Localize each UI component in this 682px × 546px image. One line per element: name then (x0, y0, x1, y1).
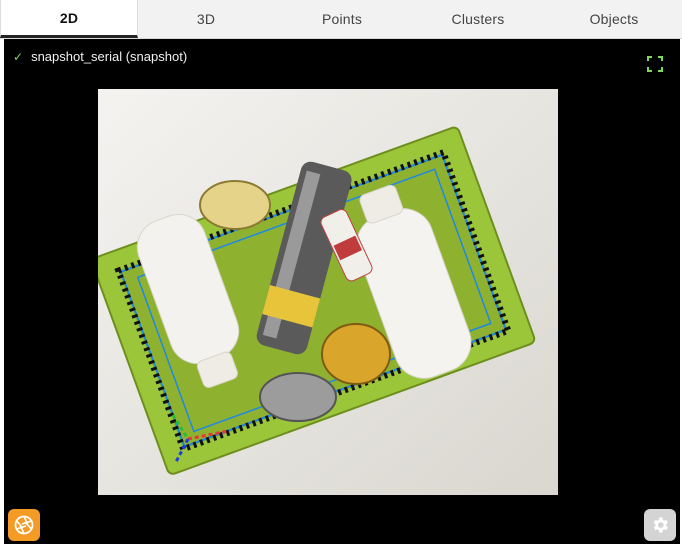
tab-objects[interactable]: Objects (546, 0, 682, 38)
tape-top (199, 180, 271, 230)
tab-points[interactable]: Points (274, 0, 410, 38)
settings-button[interactable] (644, 509, 676, 541)
tab-2d[interactable]: 2D (0, 0, 138, 38)
camera-aperture-icon (14, 515, 34, 535)
camera-image (91, 89, 558, 495)
view-tabs: 2D 3D Points Clusters Objects (0, 0, 682, 39)
tape-grey (259, 372, 337, 422)
capture-button[interactable] (8, 509, 40, 541)
image-viewer: ✓ snapshot_serial (snapshot) (4, 39, 680, 544)
tab-clusters[interactable]: Clusters (410, 0, 546, 38)
tab-3d[interactable]: 3D (138, 0, 274, 38)
check-icon: ✓ (13, 49, 24, 64)
snapshot-status: ✓ snapshot_serial (snapshot) (13, 49, 187, 64)
fullscreen-icon[interactable] (646, 55, 664, 73)
tape-bottom (321, 323, 391, 385)
gear-icon (653, 517, 668, 533)
snapshot-status-label: snapshot_serial (snapshot) (31, 49, 188, 64)
